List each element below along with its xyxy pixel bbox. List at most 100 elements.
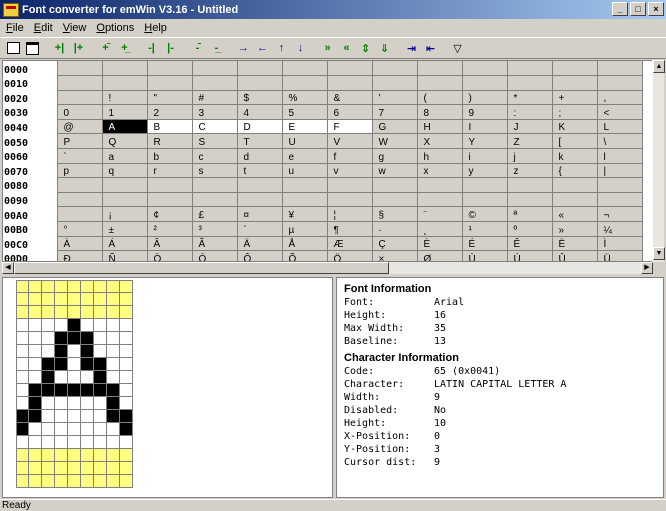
char-cell[interactable] <box>192 177 238 193</box>
pixel[interactable] <box>42 462 55 475</box>
char-cell[interactable] <box>552 75 598 91</box>
pixel[interactable] <box>81 332 94 345</box>
char-cell[interactable] <box>597 192 643 208</box>
char-cell[interactable] <box>327 75 373 91</box>
insert-column-right-button[interactable]: |+ <box>69 39 88 57</box>
pixel[interactable] <box>107 397 120 410</box>
save-button[interactable] <box>23 39 42 57</box>
char-cell[interactable]: J <box>507 119 553 135</box>
char-cell[interactable] <box>372 61 418 77</box>
pixel[interactable] <box>107 293 120 306</box>
pixel[interactable] <box>81 358 94 371</box>
pixel[interactable] <box>42 306 55 319</box>
pixel[interactable] <box>81 345 94 358</box>
scroll-down-arrow[interactable]: ▼ <box>653 247 665 260</box>
char-cell[interactable]: Z <box>507 133 553 150</box>
pixel[interactable] <box>16 397 29 410</box>
pixel[interactable] <box>16 384 29 397</box>
pixel[interactable] <box>29 306 42 319</box>
pixel[interactable] <box>16 449 29 462</box>
char-cell[interactable]: Y <box>462 133 508 150</box>
char-cell[interactable]: É <box>462 236 508 252</box>
char-cell[interactable]: ¢ <box>147 206 193 223</box>
char-cell[interactable]: F <box>327 119 373 135</box>
pixel[interactable] <box>94 384 107 397</box>
char-cell[interactable]: Q <box>102 133 148 150</box>
char-cell[interactable] <box>57 75 103 91</box>
char-cell[interactable] <box>417 177 463 193</box>
char-cell[interactable]: B <box>147 119 193 135</box>
pixel[interactable] <box>55 280 68 293</box>
char-cell[interactable]: h <box>417 148 463 164</box>
pixel[interactable] <box>55 358 68 371</box>
pixel[interactable] <box>94 306 107 319</box>
pixel[interactable] <box>81 436 94 449</box>
char-cell[interactable]: # <box>192 90 238 106</box>
char-cell[interactable] <box>57 177 103 193</box>
char-cell[interactable]: , <box>597 90 643 106</box>
pixel[interactable] <box>94 280 107 293</box>
char-cell[interactable]: Ò <box>147 250 193 261</box>
char-cell[interactable] <box>372 75 418 91</box>
char-cell[interactable] <box>147 192 193 208</box>
char-cell[interactable]: q <box>102 163 148 179</box>
char-cell[interactable]: ª <box>507 206 553 223</box>
char-cell[interactable]: Ø <box>417 250 463 261</box>
char-cell[interactable]: u <box>282 163 328 179</box>
char-cell[interactable] <box>552 192 598 208</box>
shift-right-button[interactable]: → <box>234 39 253 57</box>
char-cell[interactable]: 3 <box>192 104 238 120</box>
pixel[interactable] <box>55 319 68 332</box>
char-cell[interactable]: S <box>192 133 238 150</box>
char-cell[interactable]: ¸ <box>417 221 463 237</box>
pixel[interactable] <box>42 423 55 436</box>
pixel[interactable] <box>55 449 68 462</box>
char-cell[interactable] <box>57 192 103 208</box>
pixel[interactable] <box>42 345 55 358</box>
char-cell[interactable] <box>147 75 193 91</box>
char-cell[interactable] <box>192 61 238 77</box>
char-cell[interactable] <box>417 192 463 208</box>
pixel[interactable] <box>16 410 29 423</box>
char-cell[interactable]: Ê <box>507 236 553 252</box>
pixel[interactable] <box>55 384 68 397</box>
pixel[interactable] <box>68 332 81 345</box>
char-cell[interactable]: p <box>57 163 103 179</box>
char-cell[interactable]: 5 <box>282 104 328 120</box>
char-cell[interactable] <box>462 75 508 91</box>
char-cell[interactable]: Å <box>282 236 328 252</box>
new-file-button[interactable] <box>4 39 23 57</box>
pixel[interactable] <box>42 358 55 371</box>
pixel[interactable] <box>29 293 42 306</box>
char-cell[interactable]: ; <box>552 104 598 120</box>
char-cell[interactable] <box>597 61 643 77</box>
pixel[interactable] <box>94 436 107 449</box>
pixel[interactable] <box>107 319 120 332</box>
char-cell[interactable]: 9 <box>462 104 508 120</box>
pixel[interactable] <box>107 280 120 293</box>
char-cell[interactable]: ¥ <box>282 206 328 223</box>
char-cell[interactable] <box>327 61 373 77</box>
char-cell[interactable]: z <box>507 163 553 179</box>
char-cell[interactable]: À <box>57 236 103 252</box>
char-cell[interactable]: j <box>507 148 553 164</box>
char-cell[interactable] <box>237 192 283 208</box>
horizontal-scrollbar[interactable]: ◀ ▶ <box>2 262 653 274</box>
pixel[interactable] <box>29 397 42 410</box>
char-cell[interactable]: § <box>372 206 418 223</box>
char-cell[interactable]: 0 <box>57 104 103 120</box>
scroll-right-arrow[interactable]: ▶ <box>641 262 653 274</box>
char-cell[interactable] <box>237 177 283 193</box>
char-cell[interactable]: ¦ <box>327 206 373 223</box>
glyph-editor[interactable] <box>2 277 333 498</box>
pixel[interactable] <box>68 293 81 306</box>
scroll-up-arrow[interactable]: ▲ <box>653 60 665 73</box>
char-cell[interactable]: \ <box>597 133 643 150</box>
delete-column-right-button[interactable]: |- <box>161 39 180 57</box>
pixel[interactable] <box>42 280 55 293</box>
minimize-button[interactable]: _ <box>612 2 628 16</box>
char-cell[interactable] <box>102 192 148 208</box>
scroll-left-arrow[interactable]: ◀ <box>2 262 14 274</box>
pixel[interactable] <box>94 475 107 488</box>
pixel[interactable] <box>29 423 42 436</box>
